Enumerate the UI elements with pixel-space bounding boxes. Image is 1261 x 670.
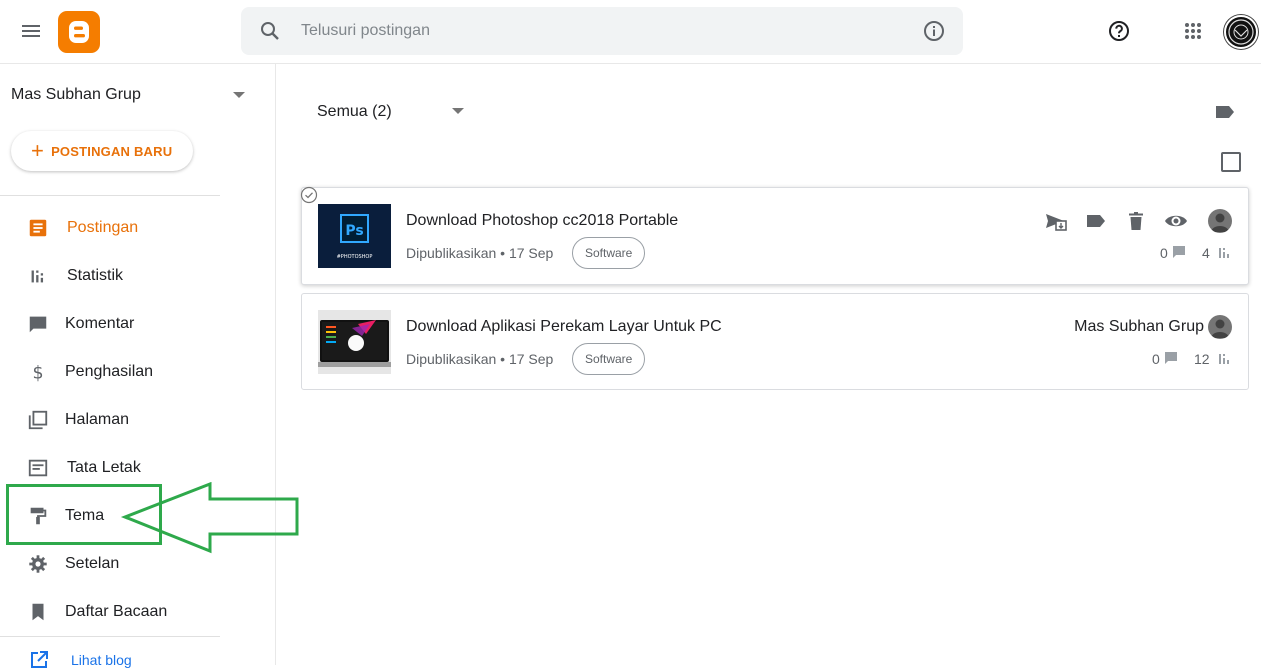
sidebar-item-label: Setelan <box>65 555 120 572</box>
dollar-icon: $ <box>32 363 43 383</box>
sidebar-item-postingan[interactable]: Postingan <box>0 206 260 250</box>
search-bar <box>241 7 963 55</box>
sidebar-item-penghasilan[interactable]: $ Penghasilan <box>0 350 260 394</box>
author-avatar[interactable] <box>1208 315 1232 339</box>
comment-count: 0 <box>1152 351 1160 367</box>
comment-count: 0 <box>1160 245 1168 261</box>
bookmark-icon <box>32 603 44 621</box>
blogger-b-icon <box>69 21 89 43</box>
new-post-button[interactable]: + POSTINGAN BARU <box>11 131 193 171</box>
sidebar-item-label: Tata Letak <box>67 459 141 476</box>
main-content: Semua (2) Ps #PHOTOSHOP Download Photosh… <box>277 64 1261 665</box>
label-icon[interactable] <box>1084 209 1108 233</box>
search-input[interactable] <box>299 15 899 47</box>
top-bar <box>0 0 1261 64</box>
comment-icon <box>1165 352 1177 364</box>
view-blog-link[interactable]: Lihat blog <box>0 648 220 668</box>
new-post-label: POSTINGAN BARU <box>51 143 173 159</box>
help-icon[interactable] <box>1107 19 1131 43</box>
profile-avatar[interactable] <box>1224 15 1258 49</box>
sidebar-item-statistik[interactable]: Statistik <box>0 254 260 298</box>
stats-icon <box>31 270 44 283</box>
sidebar-item-komentar[interactable]: Komentar <box>0 302 260 346</box>
select-check-icon[interactable] <box>300 186 318 204</box>
sidebar-item-daftar-bacaan[interactable]: Daftar Bacaan <box>0 590 260 634</box>
post-row[interactable]: Download Aplikasi Perekam Layar Untuk PC… <box>301 293 1249 390</box>
profile-emblem-icon <box>1228 19 1254 45</box>
apps-grid-icon[interactable] <box>1181 19 1205 43</box>
screen-recorder-thumbnail-icon <box>318 310 391 374</box>
stats-icon <box>1219 248 1229 258</box>
post-thumbnail <box>318 310 391 374</box>
post-meta: Dipublikasikan • 17 Sep <box>406 351 554 367</box>
external-link-icon <box>31 651 48 668</box>
person-icon <box>1211 213 1229 232</box>
blog-name[interactable]: Mas Subhan Grup <box>11 86 141 104</box>
author-avatar[interactable] <box>1208 209 1232 233</box>
svg-text:$: $ <box>32 363 43 383</box>
post-title[interactable]: Download Aplikasi Perekam Layar Untuk PC <box>406 318 722 336</box>
sidebar-item-label: Komentar <box>65 315 135 332</box>
select-all-checkbox[interactable] <box>1221 152 1241 172</box>
person-icon <box>1211 319 1229 338</box>
stats-icon <box>1219 354 1229 364</box>
sidebar-item-label: Postingan <box>67 219 139 236</box>
sidebar-divider <box>0 636 220 637</box>
sidebar-item-label: Daftar Bacaan <box>65 603 168 620</box>
post-title[interactable]: Download Photoshop cc2018 Portable <box>406 212 678 230</box>
view-blog-label: Lihat blog <box>71 652 132 668</box>
blog-dropdown-caret-icon[interactable] <box>233 92 245 98</box>
view-icon[interactable] <box>1164 209 1188 233</box>
sidebar-item-label: Penghasilan <box>65 363 154 380</box>
search-icon[interactable] <box>258 19 282 43</box>
sidebar-item-label: Halaman <box>65 411 130 428</box>
post-meta: Dipublikasikan • 17 Sep <box>406 245 554 261</box>
photoshop-thumbnail-icon: Ps #PHOTOSHOP <box>318 204 391 268</box>
gear-icon <box>29 555 47 573</box>
filter-dropdown-caret-icon[interactable] <box>452 108 464 114</box>
post-filter-select[interactable]: Semua (2) <box>317 103 392 121</box>
blogger-logo[interactable] <box>58 11 100 53</box>
plus-icon: + <box>31 138 45 163</box>
thumb-caption: #PHOTOSHOP <box>337 254 373 260</box>
author-name: Mas Subhan Grup <box>1074 318 1204 335</box>
post-thumbnail: Ps #PHOTOSHOP <box>318 204 391 268</box>
view-count: 4 <box>1202 245 1210 261</box>
post-row[interactable]: Ps #PHOTOSHOP Download Photoshop cc2018 … <box>300 186 1249 285</box>
post-label-chip[interactable]: Software <box>572 237 646 269</box>
sidebar-divider <box>0 195 220 196</box>
pages-icon <box>28 410 48 430</box>
hamburger-menu-icon[interactable] <box>19 19 43 43</box>
view-count: 12 <box>1194 351 1210 367</box>
comment-icon <box>1173 246 1185 258</box>
sidebar-item-label: Statistik <box>67 267 124 284</box>
info-icon[interactable] <box>922 19 946 43</box>
revert-to-draft-icon[interactable] <box>1044 209 1068 233</box>
delete-icon[interactable] <box>1124 209 1148 233</box>
highlight-arrow-icon <box>120 482 299 554</box>
sidebar-item-halaman[interactable]: Halaman <box>0 398 260 442</box>
layout-icon <box>28 459 48 477</box>
posts-icon <box>29 219 47 237</box>
thumb-text: Ps <box>345 223 363 239</box>
comment-icon <box>29 316 47 333</box>
sidebar: Mas Subhan Grup + POSTINGAN BARU Posting… <box>0 64 276 668</box>
label-icon[interactable] <box>1214 101 1236 123</box>
post-label-chip[interactable]: Software <box>572 343 646 375</box>
